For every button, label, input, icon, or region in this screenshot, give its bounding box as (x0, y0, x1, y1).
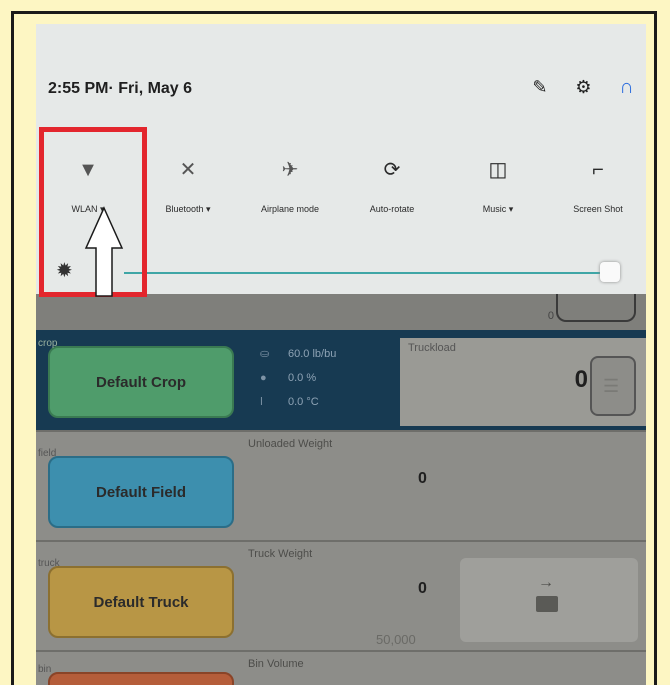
field-tag: field (38, 448, 57, 459)
top-value: 0 (547, 310, 554, 322)
field-tile[interactable]: field Default Field (38, 448, 234, 528)
status-time: 2:55 PM· Fri, May 6 (48, 80, 193, 97)
tile-bluetooth[interactable]: ✕ Bluetooth ▾ (138, 154, 238, 215)
crop-stats: ⛀ 60.0 lb/bu ● 0.0 % ǀ 0.0 °C (260, 342, 336, 414)
drop-icon: ● (260, 372, 267, 384)
truck-weight-label: Truck Weight (248, 548, 313, 560)
rotate-icon: ⟳ (383, 159, 401, 181)
tile-auto-rotate-label: Auto-rotate (369, 204, 415, 214)
truck-row: truck Default Truck Truck Weight 0 50,00… (36, 540, 646, 652)
brightness-slider-thumb[interactable] (600, 262, 620, 282)
arrow-right-icon: → (538, 574, 554, 591)
truck-unload-button[interactable]: → (460, 558, 638, 642)
tile-bluetooth-label: Bluetooth ▾ (165, 204, 211, 214)
truckload-label: Truckload (408, 342, 456, 354)
list-icon: ☰ (603, 376, 620, 396)
tile-screenshot-label: Screen Shot (573, 204, 623, 214)
bin-tile[interactable]: bin (38, 664, 234, 685)
bin-tag: bin (38, 664, 52, 675)
unloaded-weight-label: Unloaded Weight (248, 438, 333, 450)
edit-icon[interactable]: ✎ (532, 77, 547, 98)
list-button[interactable]: ☰ (590, 356, 636, 416)
tile-screenshot[interactable]: ⌐ Screen Shot (548, 154, 646, 214)
crop-row: crop Default Crop ⛀ 60.0 lb/bu ● 0.0 % ǀ 0.… (36, 330, 646, 430)
crop-tile[interactable]: crop Default Crop (38, 338, 234, 418)
unloaded-weight-value: 0 (418, 470, 427, 487)
gear-icon[interactable]: ⚙ (575, 77, 591, 98)
bin-row: bin Bin Volume (36, 650, 646, 685)
truck-icon (536, 596, 558, 612)
field-name: Default Field (95, 484, 186, 501)
device-screen: 0 crop Default Crop ⛀ 60.0 lb/bu ● 0.0 % ǀ… (36, 24, 646, 685)
temperature-stat: ǀ 0.0 °C (260, 390, 336, 414)
header-icons: ✎ ⚙ ∩ (532, 76, 634, 99)
truckload-panel: Truckload 0 ☰ (400, 338, 646, 426)
screenshot-frame: 0 crop Default Crop ⛀ 60.0 lb/bu ● 0.0 % ǀ… (11, 11, 657, 685)
user-icon[interactable]: ∩ (620, 76, 634, 99)
test-weight-stat: ⛀ 60.0 lb/bu (260, 342, 336, 366)
tile-music-label: Music ▾ (482, 204, 514, 214)
tile-auto-rotate[interactable]: ⟳ Auto-rotate (342, 154, 442, 214)
bushel-icon: ⛀ (260, 348, 270, 360)
bin-volume-label: Bin Volume (248, 658, 304, 670)
truckload-value: 0 (574, 366, 588, 393)
brightness-track[interactable] (124, 272, 610, 274)
moisture-stat: ● 0.0 % (260, 366, 336, 390)
truck-tag: truck (38, 558, 60, 569)
music-icon: ◫ (488, 159, 508, 181)
app-header-strip: 0 (36, 286, 646, 330)
bluetooth-off-icon: ✕ (179, 159, 197, 181)
crop-tag: crop (38, 338, 58, 349)
crop-name: Default Crop (96, 374, 186, 391)
tile-airplane-label: Airplane mode (260, 204, 320, 214)
truck-capacity: 50,000 (376, 632, 416, 647)
tile-music[interactable]: ◫ Music ▾ (448, 154, 548, 215)
tile-airplane[interactable]: ✈ Airplane mode (240, 154, 340, 214)
thermometer-icon: ǀ (260, 396, 263, 408)
up-arrow-annotation (84, 206, 124, 297)
crop-icon: ⌐ (592, 159, 604, 181)
truck-tile[interactable]: truck Default Truck (38, 558, 234, 638)
truck-name: Default Truck (93, 594, 189, 611)
truck-weight-value: 0 (418, 580, 427, 597)
field-row: field Default Field Unloaded Weight 0 (36, 430, 646, 542)
airplane-off-icon: ✈ (281, 159, 299, 181)
